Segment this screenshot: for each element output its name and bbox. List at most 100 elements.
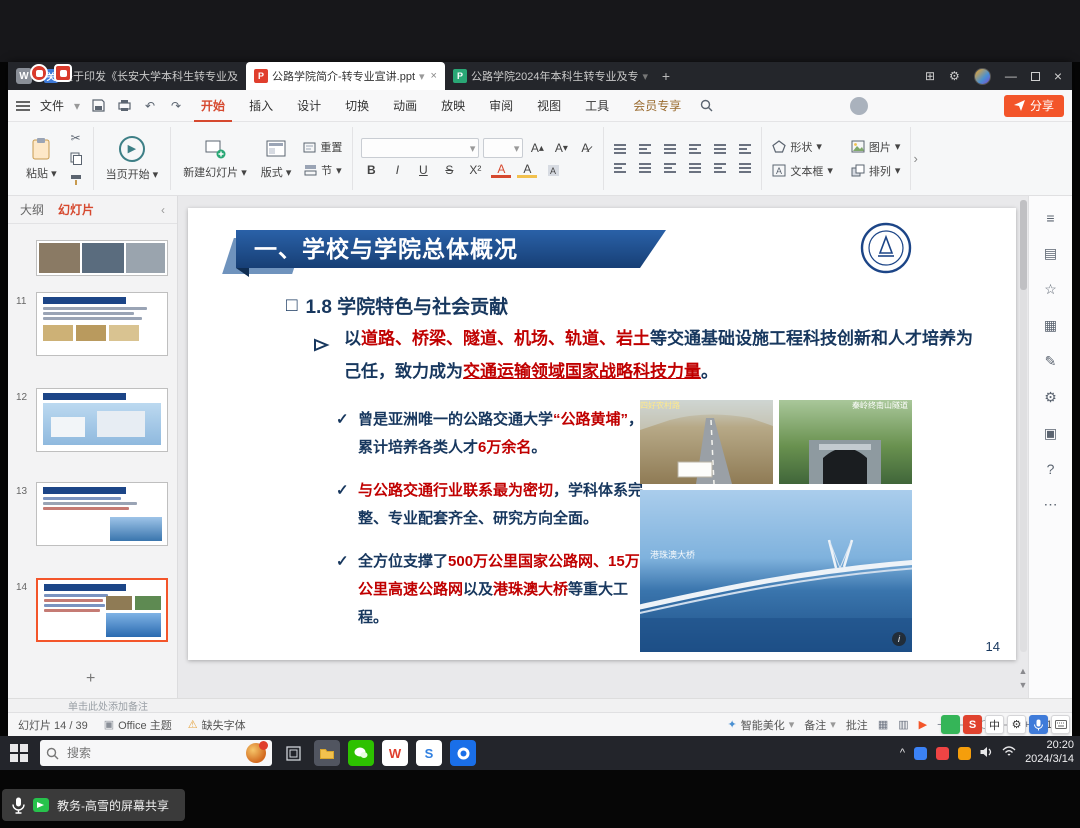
wps-app-icon[interactable]: W <box>382 740 408 766</box>
screen-share-indicator[interactable]: 教务-高雪的屏幕共享 <box>2 789 185 821</box>
save-icon[interactable] <box>90 98 106 114</box>
play-from-current-button[interactable]: ▶ 当页开始 ▾ <box>102 134 163 184</box>
settings-pane-icon[interactable]: ⚙ <box>1044 389 1057 406</box>
numbering-icon[interactable] <box>637 144 653 155</box>
docs-app-icon[interactable]: S <box>416 740 442 766</box>
ime-settings-icon[interactable]: ⚙ <box>1007 715 1026 734</box>
section-button[interactable]: 节 ▾ <box>302 160 344 180</box>
increase-indent-icon[interactable] <box>687 144 703 155</box>
notes-bar[interactable]: 单击此处添加备注 <box>8 698 1072 712</box>
ime-logo-icon[interactable]: S <box>963 715 982 734</box>
search-icon[interactable] <box>698 98 714 114</box>
previous-slide-button[interactable]: ▲ <box>1019 666 1028 676</box>
document-tab-3[interactable]: P 公路学院2024年本科生转专业及专 ▾ <box>445 62 656 90</box>
align-center-icon[interactable] <box>637 163 653 174</box>
favorites-icon[interactable]: ☆ <box>1044 281 1057 298</box>
highlight-color-icon[interactable]: A <box>517 163 537 178</box>
properties-pane-icon[interactable]: ≡ <box>1046 210 1054 226</box>
justify-icon[interactable] <box>687 163 703 174</box>
slide-thumbnail-14-selected[interactable] <box>36 578 168 642</box>
tab-outline[interactable]: 大纲 <box>20 201 44 218</box>
start-button[interactable] <box>6 740 32 766</box>
meeting-app-icon[interactable] <box>450 740 476 766</box>
strikethrough-icon[interactable]: S <box>439 161 459 179</box>
character-shading-icon[interactable]: A <box>543 161 563 179</box>
tab-dropdown-icon[interactable]: ▾ <box>642 70 648 83</box>
slide-thumbnail-11[interactable] <box>36 292 168 356</box>
volume-icon[interactable] <box>980 746 993 761</box>
picture-button[interactable]: 图片 ▾ <box>849 137 903 157</box>
next-slide-button[interactable]: ▼ <box>1019 680 1028 690</box>
network-icon[interactable] <box>1002 746 1016 760</box>
maximize-button[interactable] <box>1031 72 1040 81</box>
comments-button[interactable]: 批注 <box>846 717 868 733</box>
format-painter-icon[interactable] <box>67 172 85 188</box>
font-size-select[interactable]: ▾ <box>483 138 523 158</box>
help-icon[interactable]: ? <box>1047 461 1055 477</box>
decrease-font-icon[interactable]: A▾ <box>551 139 571 157</box>
layout-grid-icon[interactable]: ⊞ <box>925 69 935 83</box>
file-menu[interactable]: 文件 <box>40 97 64 114</box>
superscript-icon[interactable]: X² <box>465 161 485 179</box>
user-avatar[interactable] <box>974 68 991 85</box>
font-name-select[interactable]: ▾ <box>361 138 479 158</box>
document-tab-2-active[interactable]: P 公路学院简介-转专业宣讲.ppt ▾ × <box>246 62 445 90</box>
distribute-icon[interactable] <box>712 163 728 174</box>
minimize-button[interactable]: — <box>1005 69 1017 83</box>
ime-status-icon[interactable] <box>941 715 960 734</box>
notes-pane-icon[interactable]: ✎ <box>1045 353 1057 370</box>
italic-icon[interactable]: I <box>387 161 407 179</box>
notes-toggle-button[interactable]: 备注 ▾ <box>804 717 836 733</box>
close-button[interactable]: × <box>1054 68 1062 84</box>
tray-expand-icon[interactable]: ^ <box>900 747 905 759</box>
slideshow-icon[interactable]: ▶ <box>919 718 927 731</box>
wechat-icon[interactable] <box>348 740 374 766</box>
ribbon-tab-member[interactable]: 会员专享 <box>626 90 688 122</box>
ribbon-tab-insert[interactable]: 插入 <box>242 90 280 122</box>
ime-mode-icon[interactable]: 中 <box>985 715 1004 734</box>
search-input[interactable] <box>65 745 205 761</box>
ribbon-tab-transitions[interactable]: 切换 <box>338 90 376 122</box>
material-library-icon[interactable]: ▦ <box>1044 317 1057 334</box>
ribbon-expand-icon[interactable]: › <box>911 127 919 190</box>
font-color-icon[interactable]: A <box>491 163 511 178</box>
normal-view-icon[interactable]: ▦ <box>878 718 888 731</box>
tab-dropdown-icon[interactable]: ▾ <box>419 70 425 83</box>
layout-pane-icon[interactable]: ▣ <box>1044 425 1057 442</box>
layout-button[interactable]: 版式 ▾ <box>257 136 296 182</box>
share-button[interactable]: 分享 <box>1004 95 1064 117</box>
slide-sorter-icon[interactable]: ▥ <box>898 718 908 731</box>
ime-keyboard-icon[interactable] <box>1051 715 1070 734</box>
cut-icon[interactable]: ✂ <box>67 130 85 146</box>
line-spacing-icon[interactable] <box>712 144 728 155</box>
theme-indicator[interactable]: ▣ Office 主题 <box>104 717 172 733</box>
bullets-icon[interactable] <box>612 144 628 155</box>
slide-thumbnail-13[interactable] <box>36 482 168 546</box>
beautify-button[interactable]: ✦ 智能美化 ▾ <box>728 717 795 733</box>
add-slide-button[interactable]: + <box>86 670 95 688</box>
taskbar-search[interactable] <box>40 740 272 766</box>
align-left-icon[interactable] <box>612 163 628 174</box>
ribbon-tab-design[interactable]: 设计 <box>290 90 328 122</box>
paste-button[interactable]: 粘贴 ▾ <box>22 135 61 183</box>
slide-thumbnail-12[interactable] <box>36 388 168 452</box>
underline-icon[interactable]: U <box>413 161 433 179</box>
clear-format-icon[interactable]: A̷ <box>575 139 595 157</box>
clock[interactable]: 20:20 2024/3/14 <box>1025 739 1074 767</box>
copy-icon[interactable] <box>67 151 85 167</box>
ime-mic-icon[interactable] <box>1029 715 1048 734</box>
ribbon-tab-review[interactable]: 审阅 <box>482 90 520 122</box>
arrange-button[interactable]: 排列 ▾ <box>849 161 903 181</box>
assistant-icon[interactable] <box>850 97 868 115</box>
align-right-icon[interactable] <box>662 163 678 174</box>
print-icon[interactable] <box>116 98 132 114</box>
decrease-indent-icon[interactable] <box>662 144 678 155</box>
slide-canvas[interactable]: 一、学校与学院总体概况 □ 1.8 学院特色与社会贡献 <box>188 208 1016 660</box>
shapes-button[interactable]: 形状 ▾ <box>770 137 835 157</box>
collapse-panel-icon[interactable]: ‹ <box>161 203 165 217</box>
more-tools-icon[interactable]: ⋯ <box>1044 496 1058 513</box>
animation-pane-icon[interactable]: ▤ <box>1044 245 1057 262</box>
search-highlight-image[interactable] <box>246 743 266 763</box>
settings-gear-icon[interactable]: ⚙ <box>949 69 960 83</box>
file-explorer-icon[interactable] <box>314 740 340 766</box>
